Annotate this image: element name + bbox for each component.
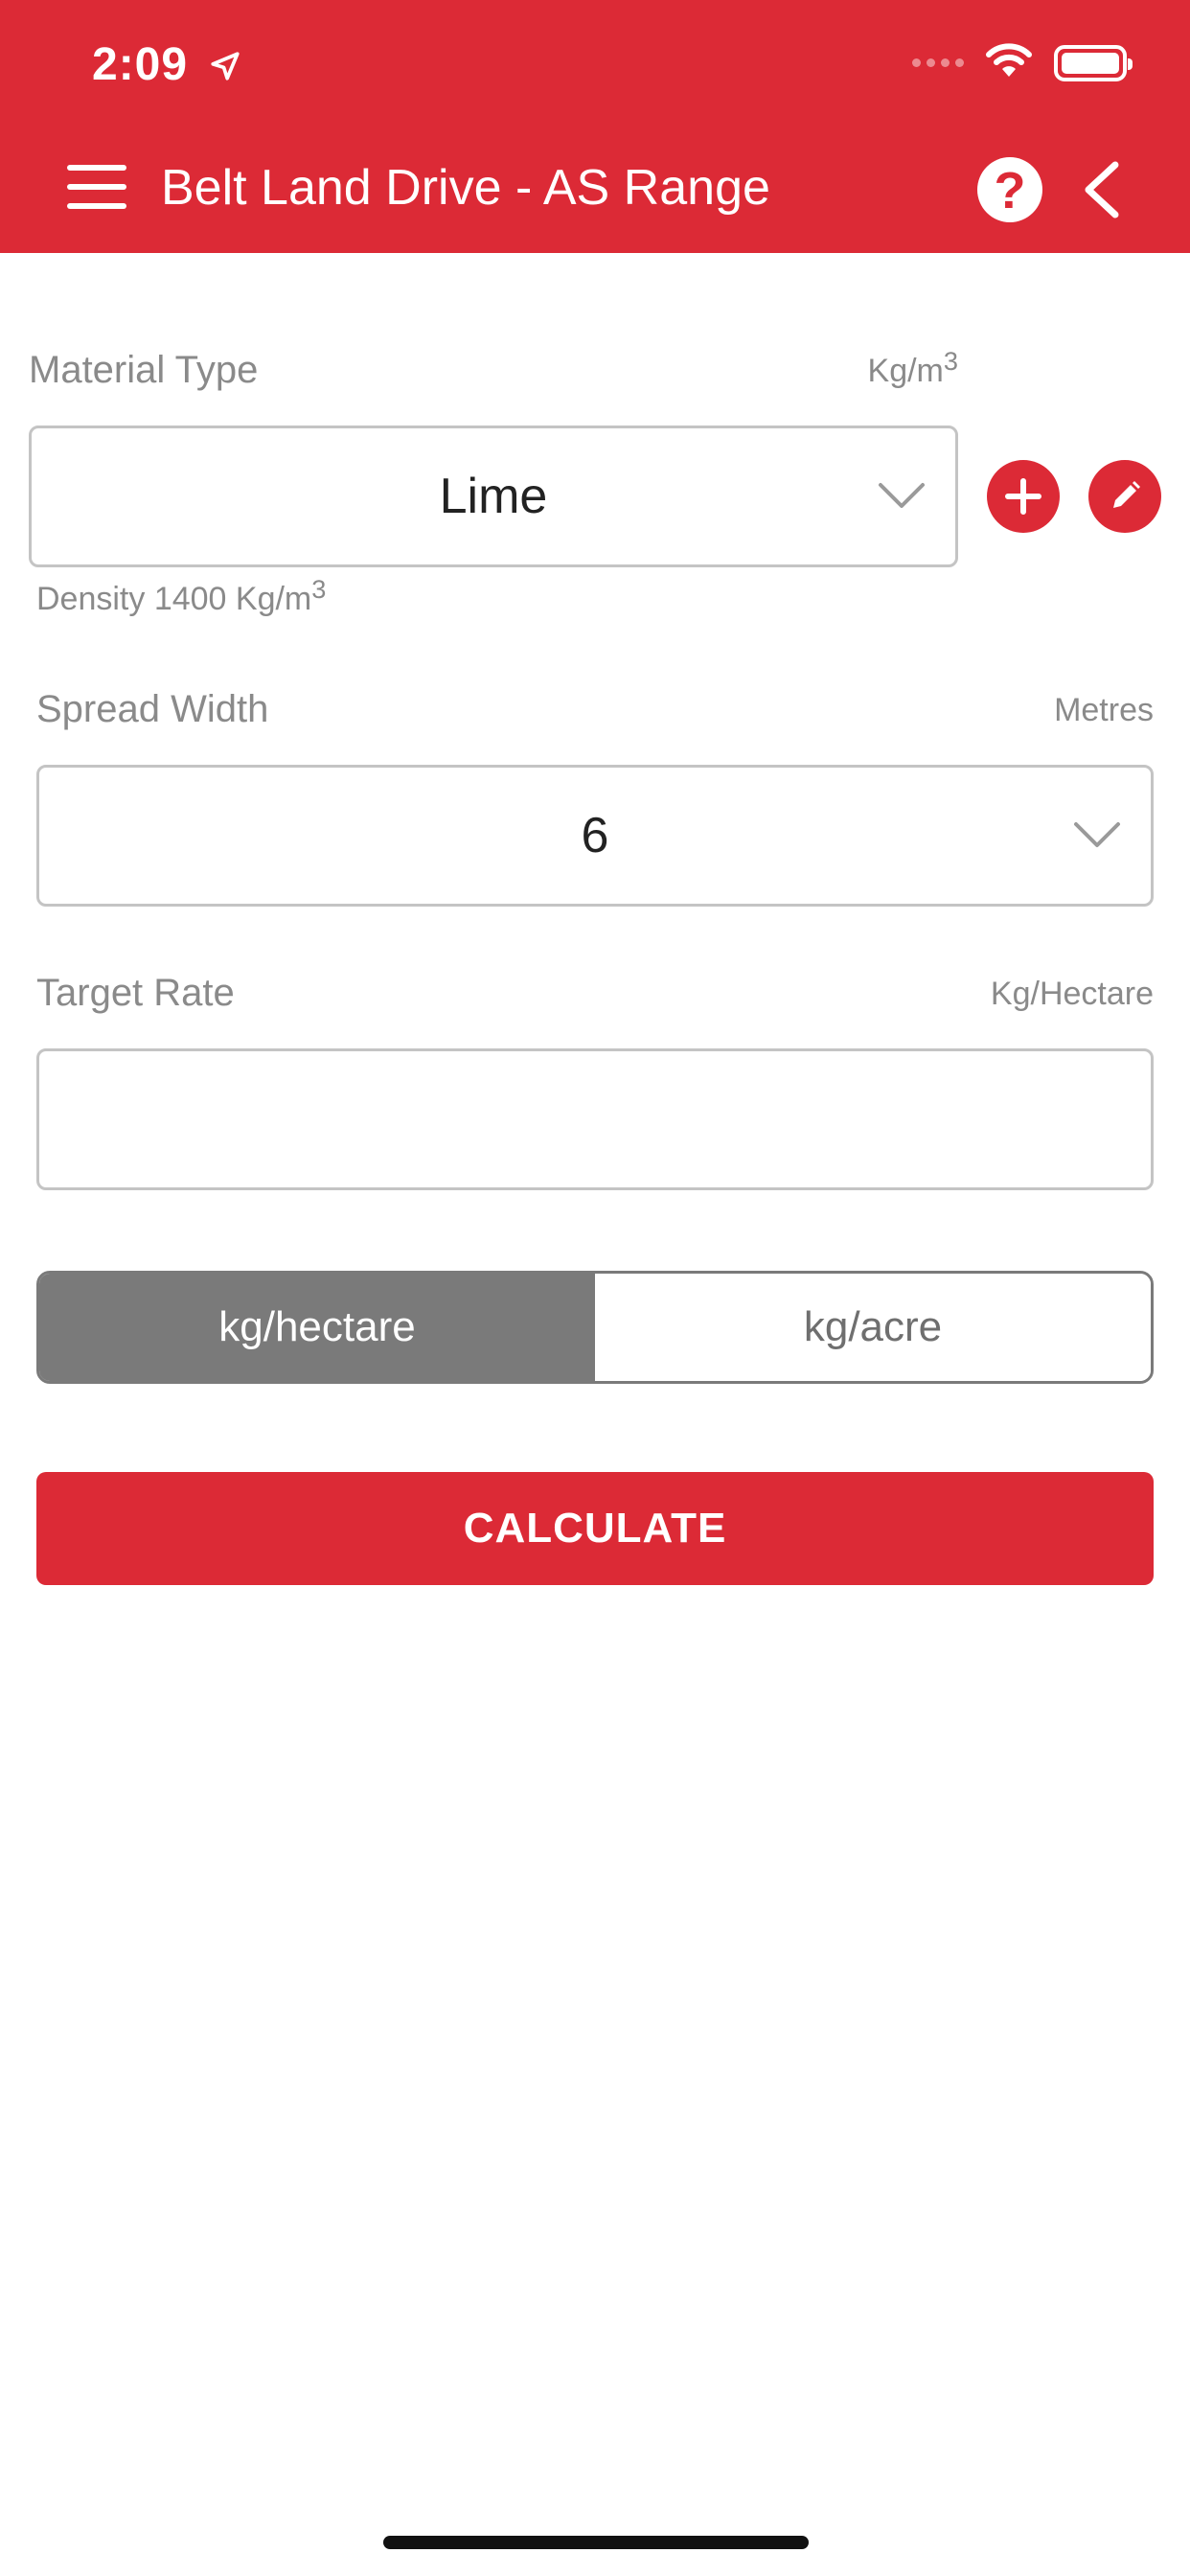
home-indicator: [383, 2536, 809, 2549]
chevron-down-icon: [1074, 822, 1120, 847]
toggle-kg-hectare[interactable]: kg/hectare: [39, 1274, 595, 1381]
add-material-button[interactable]: [987, 460, 1060, 533]
spread-width-unit: Metres: [1054, 692, 1154, 728]
material-unit-label: Kg/m3: [857, 348, 958, 390]
battery-icon: [1054, 44, 1133, 81]
help-icon[interactable]: ?: [977, 157, 1042, 222]
status-time-text: 2:09: [92, 39, 189, 90]
wifi-icon: [985, 42, 1033, 83]
back-chevron-icon[interactable]: [1073, 159, 1131, 220]
density-text: Density 1400 Kg/m3: [36, 576, 326, 618]
material-unit-base: Kg/m: [867, 353, 944, 389]
material-type-label: Material Type: [29, 349, 259, 391]
material-type-select[interactable]: Lime: [29, 426, 958, 567]
target-rate-input[interactable]: [36, 1048, 1154, 1190]
calculate-button[interactable]: CALCULATE: [36, 1472, 1154, 1585]
material-unit-exponent: 3: [943, 345, 958, 376]
edit-material-button[interactable]: [1088, 460, 1161, 533]
density-exponent: 3: [311, 573, 327, 604]
location-arrow-icon: [209, 41, 241, 94]
material-type-value: Lime: [439, 469, 548, 524]
spread-width-label: Spread Width: [36, 688, 269, 730]
rate-unit-toggle: kg/hectare kg/acre: [36, 1271, 1154, 1384]
target-rate-unit: Kg/Hectare: [990, 976, 1154, 1012]
status-icons: [912, 42, 1133, 83]
status-time: 2:09: [92, 38, 241, 94]
toggle-kg-acre[interactable]: kg/acre: [595, 1274, 1151, 1381]
density-prefix: Density 1400 Kg/m: [36, 581, 312, 617]
app-header: 2:09 Belt Land Drive - AS Range ?: [0, 0, 1190, 253]
spread-width-select[interactable]: 6: [36, 765, 1154, 907]
menu-icon[interactable]: [67, 165, 126, 209]
edit-pencil-icon: [1113, 481, 1140, 508]
cellular-signal-icon: [912, 58, 964, 67]
chevron-down-icon: [879, 483, 925, 508]
page-title: Belt Land Drive - AS Range: [161, 160, 770, 216]
target-rate-label: Target Rate: [36, 972, 235, 1014]
add-icon: [1005, 478, 1041, 515]
spread-width-value: 6: [581, 808, 609, 863]
